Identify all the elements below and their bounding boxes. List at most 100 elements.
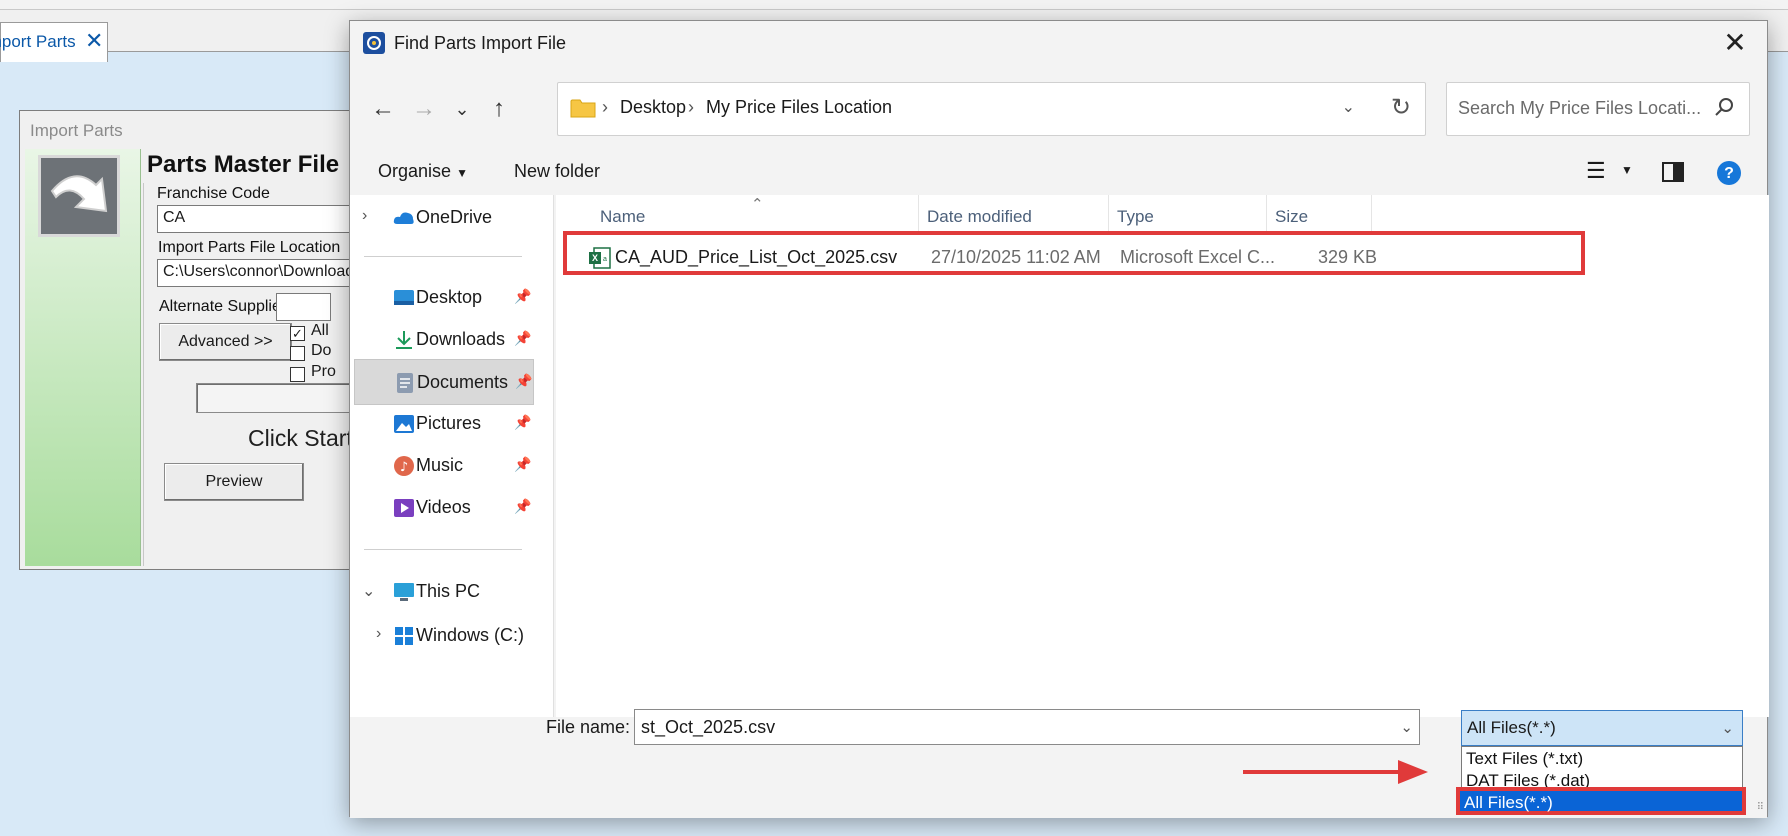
divider <box>364 549 522 550</box>
resize-grip-icon[interactable]: ⠿ <box>1757 802 1764 813</box>
address-bar[interactable]: › Desktop › My Price Files Location ⌄ ↻ <box>557 82 1426 136</box>
caret-down-icon: ▼ <box>456 166 468 180</box>
svg-text:X: X <box>592 253 598 263</box>
chevron-down-icon[interactable]: ⌄ <box>1342 97 1355 117</box>
breadcrumb-current-folder[interactable]: My Price Files Location <box>706 97 892 118</box>
chevron-down-icon[interactable]: ⌄ <box>362 581 375 601</box>
preview-button[interactable]: Preview <box>164 463 304 501</box>
excel-csv-icon: X a <box>589 247 611 269</box>
svg-text:♪: ♪ <box>400 460 408 475</box>
download-icon <box>396 331 412 349</box>
file-type-select[interactable]: All Files(*.*) ⌄ <box>1461 710 1743 746</box>
franchise-code-field[interactable]: CA <box>157 205 360 233</box>
forward-button[interactable]: → <box>404 89 444 129</box>
sidebar-item-downloads[interactable]: Downloads 📌 <box>350 317 540 363</box>
sidebar-item-label: Music <box>416 455 464 475</box>
sort-ascending-icon: ⌃ <box>751 196 764 213</box>
sidebar-item-documents[interactable]: Documents 📌 <box>354 359 534 405</box>
chevron-right-icon[interactable]: › <box>362 207 367 225</box>
file-name-value: st_Oct_2025.csv <box>641 717 776 737</box>
organise-label: Organise <box>378 161 452 181</box>
windows-icon <box>395 627 413 645</box>
refresh-icon[interactable]: ↻ <box>1391 93 1411 122</box>
file-type-option-label: All Files(*.*) <box>1464 793 1553 812</box>
sidebar-item-label: Desktop <box>416 287 483 307</box>
tab-import-parts[interactable]: Import Parts ✕ <box>0 22 108 62</box>
checkbox-do[interactable] <box>290 346 305 361</box>
pin-icon: 📌 <box>514 498 532 514</box>
sidebar-item-label: Videos <box>416 497 471 517</box>
recent-locations-button[interactable]: ⌄ <box>442 89 482 129</box>
file-type-selected: All Files(*.*) <box>1467 718 1556 737</box>
search-icon <box>1715 98 1733 116</box>
sidebar-item-label: OneDrive <box>416 207 493 227</box>
checkbox-pro[interactable] <box>290 367 305 382</box>
tab-label: Import Parts <box>0 32 76 51</box>
chevron-down-icon: ⌄ <box>1721 720 1734 737</box>
alternate-supplier-label: Alternate Supplier <box>159 298 287 315</box>
search-placeholder: Search My Price Files Locati... <box>1458 98 1702 118</box>
progress-bar <box>196 383 360 413</box>
close-button[interactable]: ✕ <box>1715 25 1755 61</box>
back-button[interactable]: ← <box>363 89 403 129</box>
import-form-panel: Franchise Code CA Import Parts File Loca… <box>143 183 360 566</box>
cloud-icon <box>393 212 414 224</box>
column-header-date[interactable]: Date modified <box>927 207 1032 227</box>
column-header-type[interactable]: Type <box>1117 207 1154 227</box>
file-type-option-all[interactable]: All Files(*.*) <box>1456 787 1746 815</box>
chevron-down-icon[interactable]: ⌄ <box>1400 718 1413 736</box>
file-location-field[interactable]: C:\Users\connor\Downloads <box>157 259 360 287</box>
file-name: CA_AUD_Price_List_Oct_2025.csv <box>615 247 898 267</box>
preview-pane-icon[interactable] <box>1662 162 1684 182</box>
file-name-input[interactable]: st_Oct_2025.csv ⌄ <box>634 709 1420 745</box>
new-folder-button[interactable]: New folder <box>514 161 600 182</box>
column-divider <box>1108 195 1109 231</box>
navigation-pane: › OneDrive Desktop 📌 Downloads 📌 Documen… <box>350 195 554 717</box>
checkbox-label: All <box>311 322 329 339</box>
checkbox-label: Pro <box>311 363 336 380</box>
window-title: Import Parts <box>30 121 123 140</box>
app-top-bar <box>0 0 1788 10</box>
organise-button[interactable]: Organise ▼ <box>378 161 468 182</box>
pin-icon: 📌 <box>514 288 532 304</box>
chevron-right-icon: › <box>602 97 608 117</box>
up-button[interactable]: ↑ <box>479 89 519 129</box>
sidebar-item-label: Pictures <box>416 413 482 433</box>
search-input[interactable]: Search My Price Files Locati... <box>1446 82 1750 136</box>
file-type-option-txt[interactable]: Text Files (*.txt) <box>1466 749 1583 769</box>
view-options-icon[interactable]: ☰ <box>1586 158 1606 184</box>
import-arrow-icon <box>38 155 120 237</box>
caret-down-icon[interactable]: ▼ <box>1621 163 1633 177</box>
close-icon[interactable]: ✕ <box>85 29 103 53</box>
app-logo-icon <box>363 32 385 54</box>
sidebar-item-pictures[interactable]: Pictures 📌 <box>350 401 540 447</box>
sidebar-item-music[interactable]: ♪ Music 📌 <box>350 443 540 489</box>
checkbox-label: Do <box>311 342 332 359</box>
sidebar-item-onedrive[interactable]: › OneDrive <box>350 195 540 241</box>
alternate-supplier-field[interactable] <box>276 293 331 321</box>
table-row[interactable]: X a CA_AUD_Price_List_Oct_2025.csv 27/10… <box>563 231 1585 275</box>
column-divider <box>1266 195 1267 231</box>
help-icon[interactable]: ? <box>1716 160 1742 186</box>
chevron-right-icon[interactable]: › <box>376 625 381 643</box>
music-icon: ♪ <box>394 456 414 476</box>
breadcrumb-desktop[interactable]: Desktop <box>620 97 686 118</box>
desktop-icon <box>394 290 414 305</box>
column-header-size[interactable]: Size <box>1275 207 1308 227</box>
pin-icon: 📌 <box>514 456 532 472</box>
sidebar-item-desktop[interactable]: Desktop 📌 <box>350 275 540 321</box>
sidebar-item-videos[interactable]: Videos 📌 <box>350 485 540 531</box>
advanced-button[interactable]: Advanced >> <box>159 323 292 361</box>
sidebar-item-label: Documents <box>417 372 509 392</box>
franchise-code-label: Franchise Code <box>157 185 270 202</box>
sidebar-item-windows-drive[interactable]: › Windows (C:) <box>350 613 540 659</box>
sidebar-item-this-pc[interactable]: ⌄ This PC <box>350 569 540 615</box>
checkbox-all[interactable]: ✓ <box>290 326 305 341</box>
dialog-title: Find Parts Import File <box>394 33 567 53</box>
column-divider <box>1371 195 1372 231</box>
divider <box>364 256 522 257</box>
file-date: 27/10/2025 11:02 AM <box>931 247 1101 267</box>
column-header-name[interactable]: Name <box>600 207 645 227</box>
status-text: Click Start <box>248 425 353 451</box>
find-parts-import-file-dialog: Find Parts Import File ✕ ← → ⌄ ↑ › Deskt… <box>349 20 1769 818</box>
